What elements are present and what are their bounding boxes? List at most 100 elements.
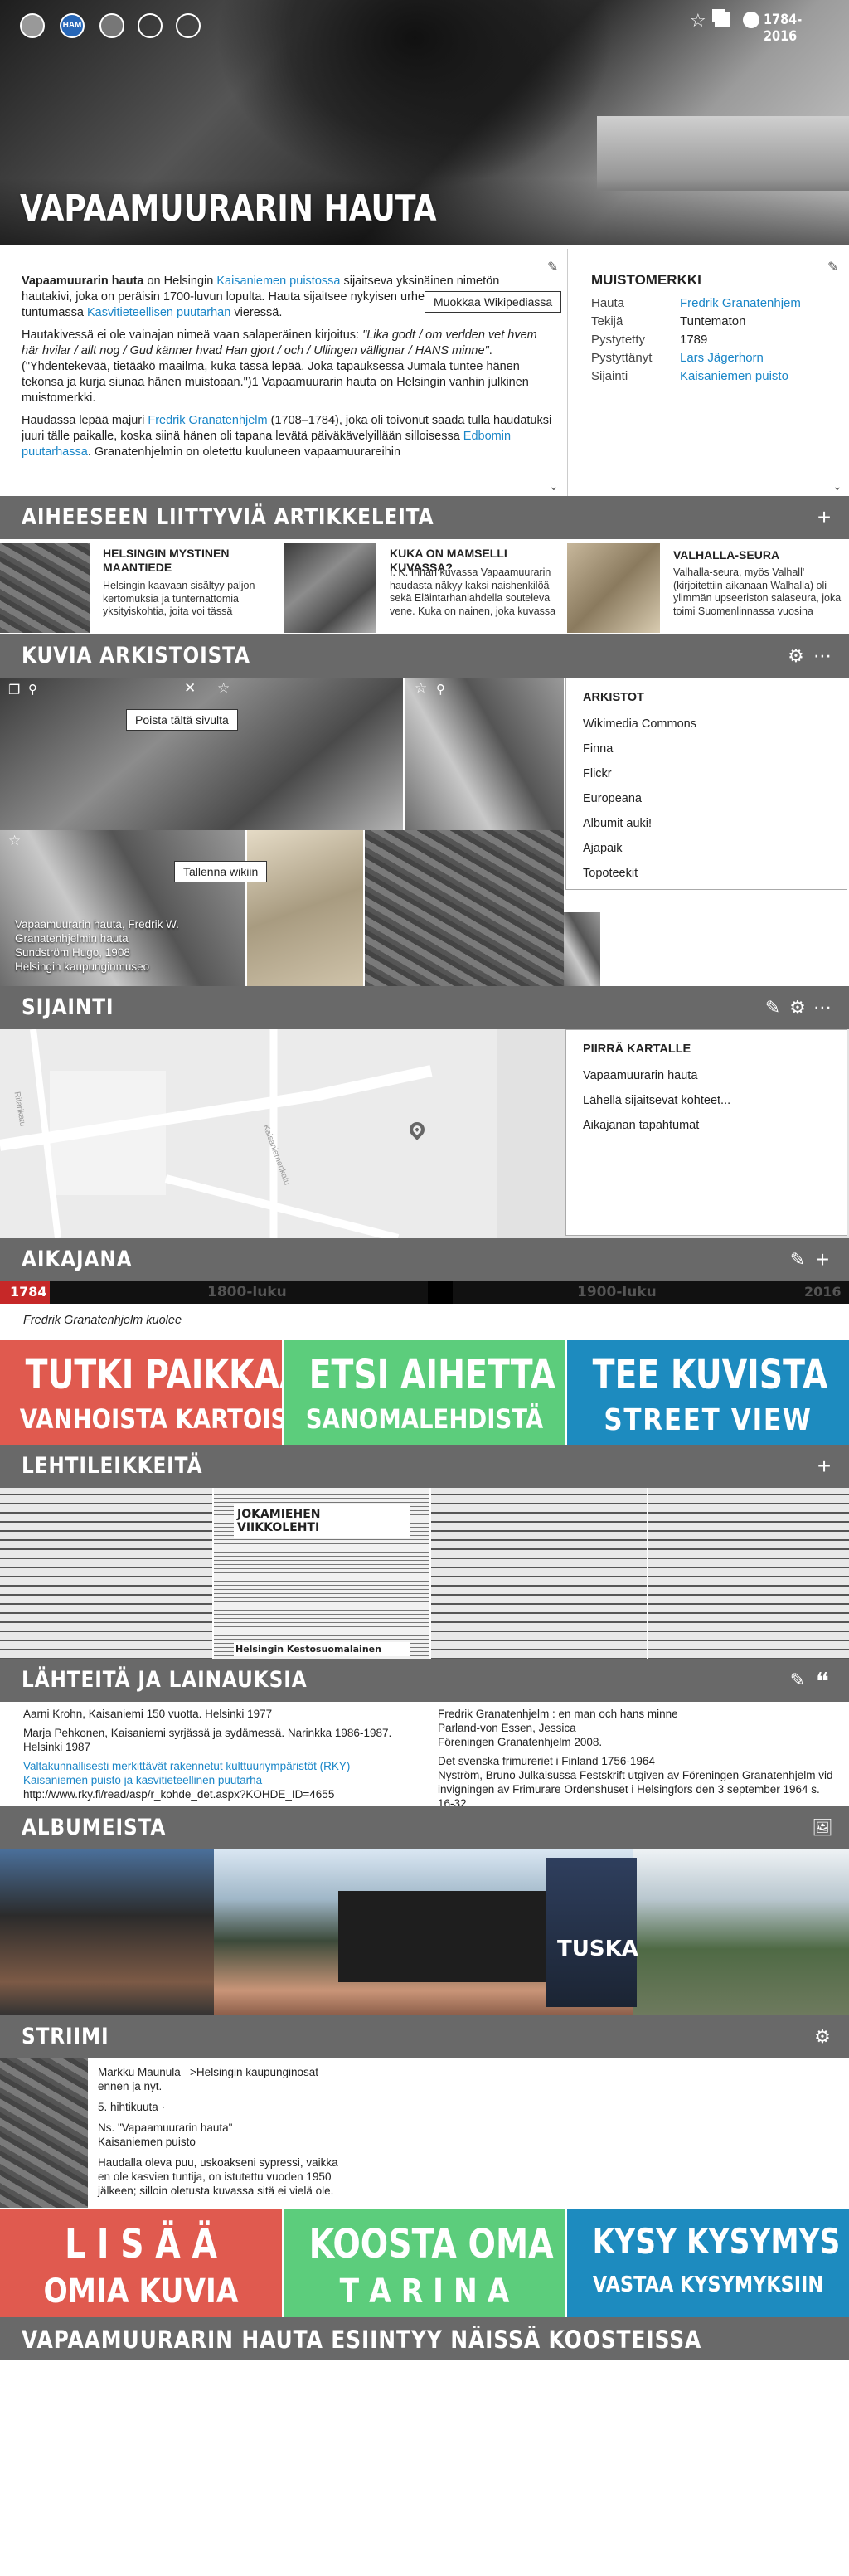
fact-value: Tuntematon bbox=[680, 314, 746, 328]
more-icon[interactable]: ⋯ bbox=[811, 996, 834, 1019]
save-to-wiki-tooltip: Tallenna wikiin bbox=[174, 861, 268, 882]
facts-expand-icon[interactable]: ⌄ bbox=[832, 479, 842, 493]
timeline-bar[interactable]: 1784 1800-luku 1900-luku 2016 bbox=[0, 1281, 849, 1304]
clipping-3[interactable] bbox=[431, 1488, 647, 1664]
related-card-3[interactable]: VALHALLA-SEURA Valhalla-seura, myös Valh… bbox=[567, 543, 849, 633]
fact-value-link[interactable]: Fredrik Granatenhjem bbox=[680, 294, 801, 313]
source-item: http://www.rky.fi/read/asp/r_kohde_det.a… bbox=[23, 1788, 335, 1801]
fact-label: Sijainti bbox=[591, 369, 628, 383]
avatar-empty-1[interactable] bbox=[138, 13, 163, 38]
fact-label: Pystyttänyt bbox=[591, 351, 653, 365]
edit-pencil-icon[interactable]: ✎ bbox=[547, 259, 558, 275]
star-icon[interactable]: ☆ bbox=[690, 10, 706, 32]
add-image-icon[interactable]: 🖼 bbox=[811, 1816, 834, 1840]
album-photo-3[interactable] bbox=[633, 1849, 849, 2015]
star-icon[interactable]: ☆ bbox=[217, 680, 230, 697]
card-thumb bbox=[284, 543, 376, 633]
pencil-icon[interactable]: ✎ bbox=[761, 996, 784, 1019]
star-icon[interactable]: ☆ bbox=[8, 833, 21, 849]
source-link[interactable]: Valtakunnallisesti merkittävät rakennetu… bbox=[23, 1759, 429, 1773]
fact-value: 1789 bbox=[680, 333, 708, 347]
nav-badge-ham[interactable]: HAM bbox=[60, 13, 85, 38]
copy-icon[interactable] bbox=[715, 12, 730, 27]
quote-icon[interactable]: ❝ bbox=[811, 1669, 834, 1697]
add-icon[interactable]: + bbox=[811, 1248, 834, 1271]
more-icon[interactable]: ⋯ bbox=[811, 644, 834, 668]
menu-item-ajapaik[interactable]: Ajapaik bbox=[566, 836, 847, 861]
timeline-event[interactable]: Fredrik Granatenhjelm kuolee bbox=[23, 1314, 182, 1327]
source-item: Aarni Krohn, Kaisaniemi 150 vuotta. Hels… bbox=[23, 1708, 273, 1720]
archive-photo-2[interactable] bbox=[405, 678, 564, 830]
cta-ask-question[interactable]: KYSY KYSYMYS VASTAA KYSYMYKSIIN bbox=[567, 2209, 849, 2317]
menu-item-finna[interactable]: Finna bbox=[566, 736, 847, 761]
menu-item-this-place[interactable]: Vapaamuurarin hauta bbox=[566, 1063, 847, 1088]
avatar-2[interactable] bbox=[99, 13, 124, 38]
gear-icon[interactable]: ⚙ bbox=[786, 996, 809, 1019]
menu-item-europeana[interactable]: Europeana bbox=[566, 786, 847, 811]
menu-item-topoteekit[interactable]: Topoteekit bbox=[566, 861, 847, 886]
archive-photo-5[interactable] bbox=[365, 830, 564, 986]
avatar-1[interactable] bbox=[20, 13, 45, 38]
related-card-2[interactable]: KUKA ON MAMSELLI KUVASSA? I. K. Inhan ku… bbox=[284, 543, 565, 633]
avatar-empty-2[interactable] bbox=[176, 13, 201, 38]
archive-photo-1[interactable] bbox=[0, 678, 403, 830]
gear-icon[interactable]: ⚙ bbox=[811, 2025, 834, 2049]
location-title: SIJAINTI bbox=[22, 994, 114, 1020]
intro-p1c: vieressä. bbox=[230, 306, 283, 319]
clippings-header: LEHTILEIKKEITÄ + bbox=[0, 1445, 849, 1488]
intro-p3c: . Granatenhjelmin on oletettu kuuluneen … bbox=[87, 445, 401, 459]
link-kasvitieteellinen[interactable]: Kasvitieteellisen puutarhan bbox=[87, 306, 230, 319]
pencil-icon[interactable]: ✎ bbox=[786, 1248, 809, 1271]
related-header: AIHEESEEN LIITTYVIÄ ARTIKKELEITA + bbox=[0, 496, 849, 539]
menu-item-flickr[interactable]: Flickr bbox=[566, 761, 847, 786]
cta-old-maps[interactable]: TUTKI PAIKKAA VANHOISTA KARTOISTA bbox=[0, 1340, 318, 1448]
close-icon[interactable]: ✕ bbox=[184, 680, 196, 697]
link-granatenhjelm[interactable]: Fredrik Granatenhjelm bbox=[148, 414, 267, 427]
facts-edit-icon[interactable]: ✎ bbox=[827, 259, 838, 275]
image-stack-icon[interactable]: ❐ bbox=[8, 682, 20, 698]
source-item: Parland-von Essen, Jessica bbox=[438, 1722, 576, 1734]
year-range: 1784- 2016 bbox=[764, 12, 803, 45]
menu-item-nearby[interactable]: Lähellä sijaitsevat kohteet... bbox=[566, 1088, 847, 1113]
cta-newspapers[interactable]: ETSI AIHETTA SANOMALEHDISTÄ bbox=[284, 1340, 565, 1448]
add-icon[interactable]: + bbox=[813, 506, 836, 529]
pin-icon[interactable]: ⚲ bbox=[28, 682, 37, 697]
album-photo-1[interactable] bbox=[0, 1849, 214, 2015]
pencil-icon[interactable]: ✎ bbox=[786, 1669, 809, 1692]
stream-author[interactable]: Markku Maunula –>Helsingin kaupunginosat bbox=[98, 2065, 446, 2079]
clock-icon[interactable] bbox=[743, 12, 759, 28]
related-card-1[interactable]: HELSINGIN MYSTINEN MAANTIEDE Helsingin k… bbox=[0, 543, 282, 633]
album-poster[interactable]: TUSKA bbox=[546, 1858, 638, 2007]
archive-photo-4[interactable] bbox=[247, 830, 363, 986]
gear-icon[interactable]: ⚙ bbox=[784, 644, 808, 668]
timeline-gap bbox=[428, 1281, 453, 1304]
sources-title: LÄHTEITÄ JA LAINAUKSIA bbox=[22, 1667, 308, 1693]
fact-value-link[interactable]: Kaisaniemen puisto bbox=[680, 367, 801, 386]
caption-line: Vapaamuurarin hauta, Fredrik W. bbox=[15, 918, 179, 931]
menu-item-wikimedia[interactable]: Wikimedia Commons bbox=[566, 712, 847, 736]
fact-value-link[interactable]: Lars Jägerhorn bbox=[680, 349, 801, 367]
clipping-4[interactable] bbox=[648, 1488, 849, 1664]
cta-compose-story[interactable]: KOOSTA OMA T A R I N A bbox=[284, 2209, 565, 2317]
archive-photo-6[interactable] bbox=[564, 912, 600, 986]
intro-expand-icon[interactable]: ⌄ bbox=[549, 479, 559, 493]
star-icon[interactable]: ☆ bbox=[415, 680, 427, 697]
source-link[interactable]: Kaisaniemen puisto ja kasvitieteellinen … bbox=[23, 1773, 429, 1787]
menu-item-timeline-events[interactable]: Aikajanan tapahtumat bbox=[566, 1113, 847, 1138]
add-icon[interactable]: + bbox=[813, 1455, 836, 1478]
pin-icon[interactable]: ⚲ bbox=[436, 682, 445, 697]
stream-thumb[interactable] bbox=[0, 2058, 88, 2208]
card-thumb bbox=[567, 543, 660, 633]
link-kaisaniemi[interactable]: Kaisaniemen puistossa bbox=[216, 275, 340, 288]
clipping-1[interactable] bbox=[0, 1488, 212, 1664]
cta-add-photos[interactable]: L I S Ä Ä OMIA KUVIA bbox=[0, 2209, 282, 2317]
source-item: Marja Pehkonen, Kaisaniemi syrjässä ja s… bbox=[23, 1727, 392, 1753]
intro-name: Vapaamuurarin hauta bbox=[22, 275, 144, 288]
stream-line: Ns. "Vapaamuurarin hauta" bbox=[98, 2122, 233, 2134]
archive-title: KUVIA ARKISTOISTA bbox=[22, 643, 250, 668]
clipping-2[interactable]: JOKAMIEHEN VIIKKOLEHTI Helsingin Kestosu… bbox=[214, 1488, 429, 1664]
cta-street-view[interactable]: TEE KUVISTA STREET VIEW bbox=[567, 1340, 849, 1448]
stream-line: en ole kasvien tuntija, on istutettu vuo… bbox=[98, 2170, 332, 2183]
menu-item-albumit[interactable]: Albumit auki! bbox=[566, 811, 847, 836]
cta-line2: OMIA KUVIA bbox=[43, 2272, 239, 2311]
